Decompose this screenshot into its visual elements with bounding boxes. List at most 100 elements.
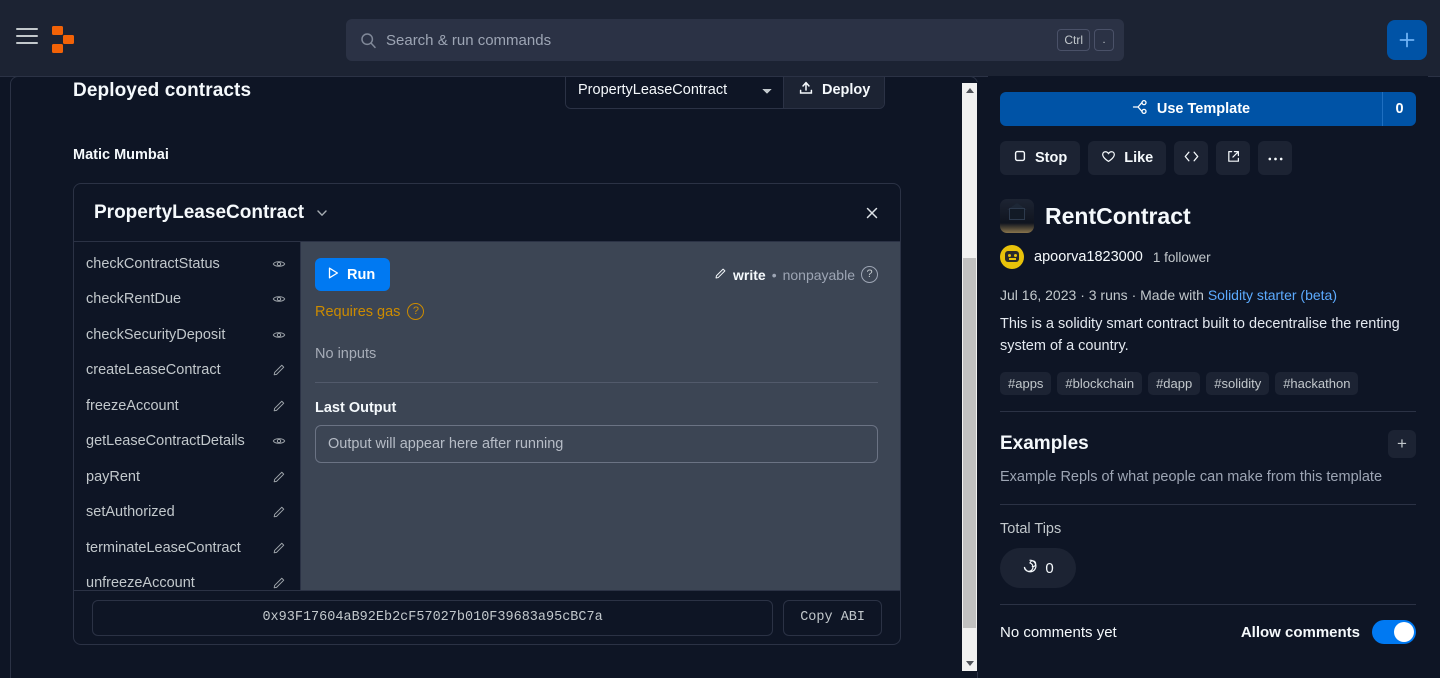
replit-logo[interactable]	[52, 26, 78, 54]
run-top-row: Run write • nonpayable ?	[315, 258, 878, 291]
pencil-icon	[272, 399, 286, 413]
cycle-icon	[1022, 558, 1038, 578]
contract-select[interactable]: PropertyLeaseContract	[566, 77, 784, 108]
method-item[interactable]: freezeAccount	[74, 388, 300, 424]
network-label: Matic Mumbai	[73, 147, 169, 163]
deploy-button-label: Deploy	[822, 82, 871, 98]
section-divider	[1000, 504, 1416, 506]
method-name: payRent	[86, 468, 141, 485]
scrollbar-thumb[interactable]	[963, 258, 976, 628]
repl-info-sidebar: Use Template 0 Stop Like RentContract ap…	[988, 76, 1428, 678]
upload-icon	[798, 80, 814, 100]
method-list: checkContractStatus checkRentDue checkSe…	[74, 242, 301, 590]
eye-icon	[272, 328, 286, 342]
tag-item[interactable]: #solidity	[1206, 371, 1270, 395]
stop-button[interactable]: Stop	[1000, 141, 1081, 175]
tag-item[interactable]: #dapp	[1148, 371, 1201, 395]
section-divider	[1000, 604, 1416, 606]
stop-icon	[1013, 149, 1027, 167]
use-template-count[interactable]: 0	[1382, 92, 1416, 126]
method-item[interactable]: getLeaseContractDetails	[74, 424, 300, 460]
like-button[interactable]: Like	[1088, 141, 1167, 175]
method-item[interactable]: checkSecurityDeposit	[74, 317, 300, 353]
run-button[interactable]: Run	[315, 258, 391, 291]
method-name: terminateLeaseContract	[86, 539, 241, 556]
chevron-down-icon[interactable]	[315, 206, 329, 220]
tag-item[interactable]: #apps	[1000, 371, 1052, 395]
code-icon	[1183, 149, 1200, 168]
hamburger-menu-icon[interactable]	[16, 28, 38, 44]
scroll-up-arrow-icon[interactable]	[962, 83, 977, 98]
method-name: freezeAccount	[86, 397, 179, 414]
method-item[interactable]: setAuthorized	[74, 495, 300, 531]
examples-header: Examples +	[1000, 429, 1416, 458]
create-new-button[interactable]	[1387, 20, 1427, 60]
repl-title-row: RentContract	[1000, 199, 1416, 233]
pencil-icon	[272, 576, 286, 590]
tag-item[interactable]: #hackathon	[1275, 371, 1359, 395]
vertical-scrollbar[interactable]	[961, 82, 978, 672]
last-output-placeholder: Output will appear here after running	[328, 436, 564, 452]
eye-icon	[272, 257, 286, 271]
use-template-button[interactable]: Use Template	[1000, 92, 1382, 126]
gas-notice: Requires gas ?	[315, 303, 878, 320]
contract-card-title: PropertyLeaseContract	[94, 201, 305, 223]
method-name: checkSecurityDeposit	[86, 326, 226, 343]
copy-abi-button[interactable]: Copy ABI	[783, 599, 882, 636]
mutability-label: write	[733, 266, 766, 283]
comments-row: No comments yet Allow comments	[1000, 620, 1416, 645]
embed-code-button[interactable]	[1174, 141, 1209, 175]
scroll-down-arrow-icon[interactable]	[962, 656, 977, 671]
pencil-icon	[272, 470, 286, 484]
author-avatar[interactable]	[1000, 245, 1024, 269]
section-divider	[1000, 410, 1416, 412]
method-item[interactable]: checkContractStatus	[74, 246, 300, 282]
more-options-button[interactable]	[1258, 141, 1293, 175]
repl-description: This is a solidity smart contract built …	[1000, 316, 1400, 354]
mutability-separator: •	[771, 266, 777, 283]
top-bar: Search & run commands Ctrl .	[0, 0, 1440, 77]
template-link[interactable]: Solidity starter (beta)	[1208, 287, 1337, 303]
run-button-label: Run	[347, 266, 376, 283]
total-tips-label: Total Tips	[1000, 521, 1062, 538]
deploy-button[interactable]: Deploy	[784, 77, 885, 108]
close-icon[interactable]	[864, 205, 880, 221]
method-item[interactable]: terminateLeaseContract	[74, 530, 300, 566]
tag-item[interactable]: #blockchain	[1057, 371, 1143, 395]
author-name[interactable]: apoorva1823000	[1034, 249, 1143, 265]
method-name: getLeaseContractDetails	[86, 433, 245, 450]
meta-dot-2: ·	[1131, 287, 1137, 303]
last-output-label: Last Output	[315, 400, 397, 416]
repl-meta: Jul 16, 2023 · 3 runs · Made with Solidi…	[1000, 287, 1416, 303]
search-icon	[360, 32, 377, 49]
no-comments-text: No comments yet	[1000, 623, 1117, 641]
add-example-button[interactable]: +	[1388, 429, 1416, 458]
allow-comments-toggle[interactable]	[1372, 620, 1416, 645]
open-external-button[interactable]	[1216, 141, 1251, 175]
search-input[interactable]: Search & run commands Ctrl .	[346, 19, 1124, 61]
method-item[interactable]: unfreezeAccount	[74, 566, 300, 590]
total-tips-pill[interactable]: 0	[1000, 548, 1076, 589]
method-item[interactable]: payRent	[74, 459, 300, 495]
page-title: Deployed contracts	[73, 80, 252, 101]
repl-date: Jul 16, 2023	[1000, 287, 1077, 303]
method-item[interactable]: checkRentDue	[74, 282, 300, 318]
search-placeholder: Search & run commands	[386, 31, 552, 49]
allow-comments-label: Allow comments	[1240, 623, 1360, 641]
examples-subtitle: Example Repls of what people can make fr…	[1000, 468, 1383, 485]
fork-icon	[1132, 99, 1148, 119]
mutability-help-icon[interactable]: ?	[861, 266, 878, 283]
method-item[interactable]: createLeaseContract	[74, 353, 300, 389]
contract-card-footer: 0x93F17604aB92Eb2cF57027b010F39683a95cBC…	[74, 590, 900, 644]
gas-text: Requires gas	[315, 303, 401, 320]
contract-card-header: PropertyLeaseContract	[74, 184, 900, 242]
contract-address[interactable]: 0x93F17604aB92Eb2cF57027b010F39683a95cBC…	[92, 599, 774, 636]
repl-runs: 3 runs	[1088, 287, 1128, 303]
pencil-icon	[272, 363, 286, 377]
like-label: Like	[1124, 150, 1154, 166]
gas-help-icon[interactable]: ?	[407, 303, 425, 320]
play-icon	[326, 266, 340, 284]
more-horizontal-icon	[1267, 150, 1284, 166]
run-divider	[315, 382, 878, 383]
deployments-panel: Deployed contracts PropertyLeaseContract…	[10, 76, 978, 678]
